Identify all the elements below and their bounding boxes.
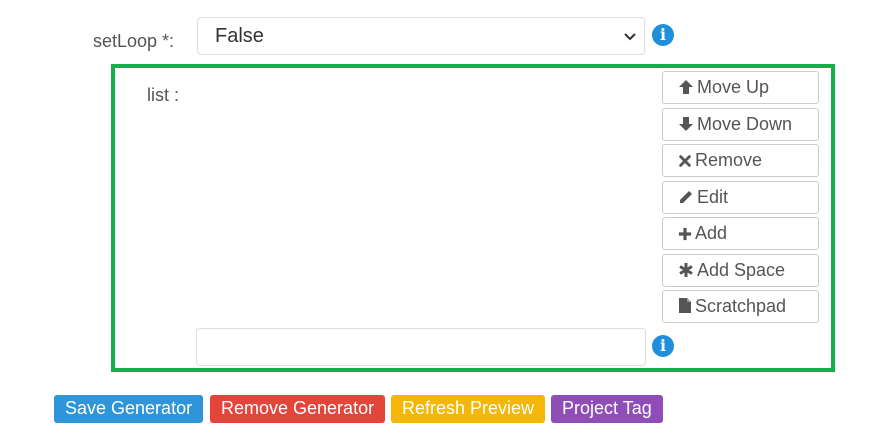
x-icon: [679, 155, 691, 167]
plus-icon: [678, 227, 692, 241]
scratchpad-label: Scratchpad: [695, 296, 787, 316]
arrow-up-icon: [679, 80, 693, 94]
file-icon: [679, 298, 691, 313]
remove-generator-button[interactable]: Remove Generator: [210, 395, 386, 423]
setloop-value: False: [215, 25, 264, 47]
edit-label: Edit: [697, 187, 729, 207]
project-tag-button[interactable]: Project Tag: [551, 395, 663, 423]
move-up-button[interactable]: Move Up: [662, 71, 819, 104]
chevron-down-icon: [624, 33, 636, 41]
setloop-label: setLoop *:: [93, 31, 175, 51]
add-button[interactable]: Add: [662, 217, 819, 250]
remove-label: Remove: [695, 150, 763, 170]
move-down-button[interactable]: Move Down: [662, 108, 819, 141]
asterisk-icon: [679, 263, 693, 277]
arrow-down-icon: [679, 117, 693, 131]
remove-button[interactable]: Remove: [662, 144, 819, 177]
pencil-icon: [680, 191, 692, 203]
edit-button[interactable]: Edit: [662, 181, 819, 214]
add-space-button[interactable]: Add Space: [662, 254, 819, 287]
list-input[interactable]: [196, 328, 646, 366]
add-label: Add: [695, 223, 728, 243]
list-label: list :: [147, 85, 180, 105]
add-space-label: Add Space: [697, 260, 786, 280]
info-icon[interactable]: i: [652, 335, 674, 357]
refresh-preview-button[interactable]: Refresh Preview: [391, 395, 546, 423]
scratchpad-button[interactable]: Scratchpad: [662, 290, 819, 323]
move-up-label: Move Up: [697, 77, 770, 97]
info-icon[interactable]: i: [652, 24, 674, 46]
save-generator-button[interactable]: Save Generator: [54, 395, 204, 423]
setloop-select[interactable]: False: [197, 17, 645, 55]
move-down-label: Move Down: [697, 114, 793, 134]
